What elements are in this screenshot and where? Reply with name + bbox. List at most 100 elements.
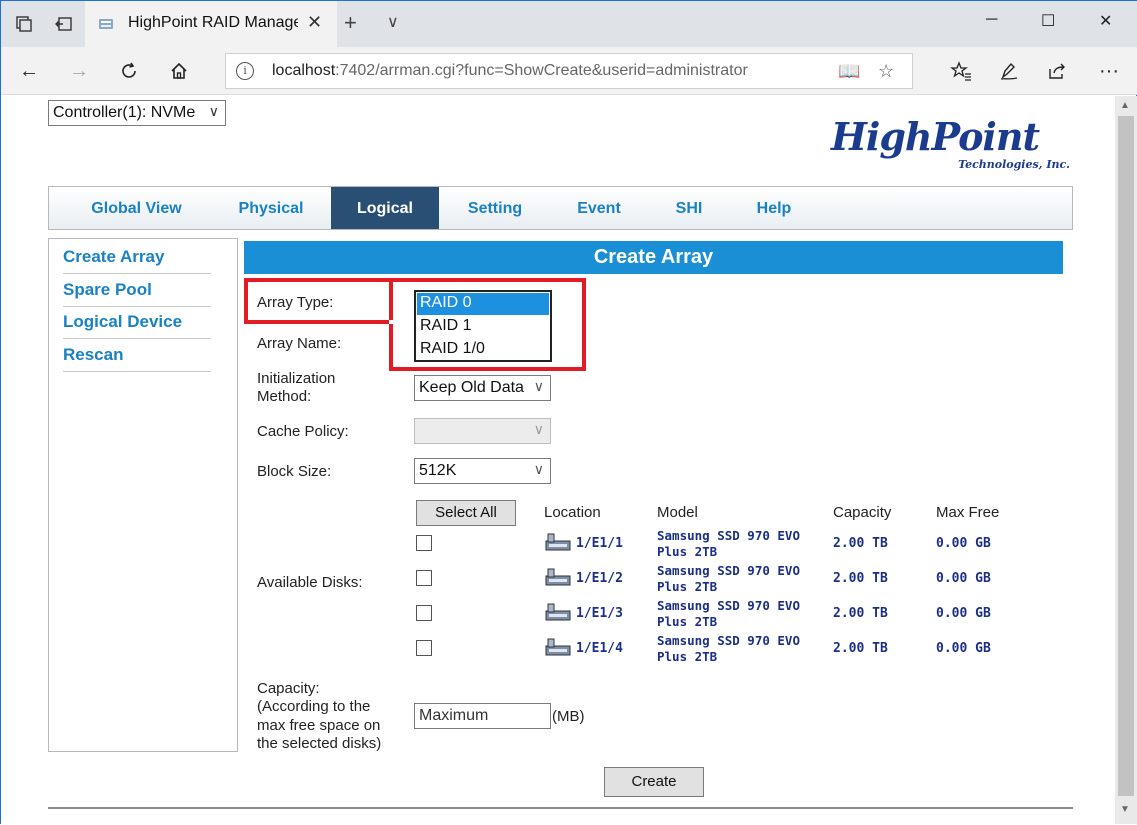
menu-physical[interactable]: Physical (217, 187, 325, 229)
disk-model-line2: Plus 2TB (657, 614, 718, 629)
browser-tab[interactable]: HighPoint RAID Manage ✕ (85, 1, 337, 47)
set-tabs-aside-icon[interactable] (49, 9, 79, 39)
capacity-input[interactable]: Maximum (414, 703, 551, 729)
block-size-value: 512K (419, 462, 457, 479)
max-free-header: Max Free (936, 504, 1000, 521)
forward-icon[interactable]: → (65, 57, 93, 85)
sidebar-spare-pool[interactable]: Spare Pool (63, 280, 211, 307)
disk-max-free: 0.00 GB (936, 536, 991, 551)
new-tab-icon[interactable]: + (344, 10, 357, 36)
cache-policy-label: Cache Policy: (257, 423, 349, 440)
disk-model-line2: Plus 2TB (657, 579, 718, 594)
window-close-icon[interactable]: ✕ (1099, 11, 1112, 31)
disk-capacity: 2.00 TB (833, 606, 888, 621)
select-all-button[interactable]: Select All (416, 500, 516, 526)
capacity-label-1: Capacity: (257, 680, 320, 697)
capacity-label-4: the selected disks) (257, 735, 382, 752)
menu-global-view[interactable]: Global View (69, 187, 204, 229)
scrollbar-thumb[interactable] (1118, 116, 1134, 796)
disk-location[interactable]: 1/E1/3 (576, 606, 623, 621)
disk-model: Samsung SSD 970 EVO Plus 2TB (657, 528, 832, 560)
disk-checkbox-4[interactable] (416, 640, 432, 656)
capacity-label-2: (According to the (257, 698, 371, 715)
menu-event[interactable]: Event (554, 187, 644, 229)
favorite-star-icon[interactable]: ☆ (878, 61, 894, 82)
scroll-up-icon[interactable]: ▲ (1120, 100, 1130, 111)
vertical-scrollbar[interactable]: ▲ ▼ (1115, 96, 1137, 824)
url-text[interactable]: localhost:7402/arrman.cgi?func=ShowCreat… (272, 62, 748, 80)
init-method-label-2: Method: (257, 388, 312, 405)
sidebar: Create Array Spare Pool Logical Device R… (48, 238, 238, 752)
disk-model: Samsung SSD 970 EVO Plus 2TB (657, 633, 832, 665)
disk-model-line2: Plus 2TB (657, 544, 718, 559)
home-icon[interactable] (165, 57, 193, 85)
main-menu: Global View Physical Logical Setting Eve… (48, 186, 1073, 230)
disk-max-free: 0.00 GB (936, 606, 991, 621)
capacity-label-3: max free space on (257, 717, 381, 734)
disk-location[interactable]: 1/E1/1 (576, 536, 623, 551)
block-size-label: Block Size: (257, 463, 332, 480)
menu-shi[interactable]: SHI (659, 187, 719, 229)
highpoint-favicon-icon (99, 19, 113, 29)
favorites-list-icon[interactable] (947, 57, 975, 85)
highlight-box-left (244, 278, 389, 324)
browser-window: HighPoint RAID Manage ✕ + ∨ ─ ☐ ✕ ← → i … (0, 0, 1137, 825)
minimize-icon[interactable]: ─ (986, 11, 997, 29)
logo-main-text: HighPoint (831, 114, 1040, 159)
disk-model: Samsung SSD 970 EVO Plus 2TB (657, 563, 832, 595)
scroll-down-icon[interactable]: ▼ (1120, 804, 1130, 815)
capacity-unit: (MB) (552, 708, 585, 725)
init-method-value: Keep Old Data (419, 379, 524, 396)
back-icon[interactable]: ← (15, 57, 43, 85)
disk-max-free: 0.00 GB (936, 641, 991, 656)
disk-checkbox-3[interactable] (416, 605, 432, 621)
tab-preview-chevron-icon[interactable]: ∨ (387, 12, 399, 32)
refresh-icon[interactable] (115, 57, 143, 85)
sidebar-create-array[interactable]: Create Array (63, 247, 211, 274)
disk-model: Samsung SSD 970 EVO Plus 2TB (657, 598, 832, 630)
logo-sub-text: Technologies, Inc. (958, 158, 1070, 171)
disk-drive-icon (545, 638, 571, 656)
capacity-header: Capacity (833, 504, 892, 521)
pen-icon[interactable] (995, 57, 1023, 85)
sidebar-rescan[interactable]: Rescan (63, 345, 211, 372)
web-page: Controller(1): NVMe ∨ HighPoint Technolo… (1, 96, 1115, 825)
tab-actions-icon[interactable] (9, 9, 39, 39)
highlight-gap-mask (389, 320, 393, 324)
highpoint-logo: HighPoint Technologies, Inc. (831, 114, 1076, 174)
menu-setting[interactable]: Setting (445, 187, 545, 229)
reading-view-icon[interactable]: 📖 (838, 61, 860, 82)
maximize-icon[interactable]: ☐ (1041, 11, 1055, 31)
url-path: :7402/arrman.cgi?func=ShowCreate&userid=… (335, 62, 748, 79)
disk-location[interactable]: 1/E1/2 (576, 571, 623, 586)
disk-max-free: 0.00 GB (936, 571, 991, 586)
address-bar[interactable]: i localhost:7402/arrman.cgi?func=ShowCre… (225, 53, 913, 89)
disk-location[interactable]: 1/E1/4 (576, 641, 623, 656)
disk-drive-icon (545, 533, 571, 551)
disk-model-line2: Plus 2TB (657, 649, 718, 664)
menu-logical[interactable]: Logical (331, 187, 439, 229)
tab-close-icon[interactable]: ✕ (307, 12, 322, 33)
tab-title: HighPoint RAID Manage (128, 14, 298, 31)
menu-help[interactable]: Help (739, 187, 809, 229)
share-icon[interactable] (1043, 57, 1071, 85)
block-size-select[interactable]: 512K ∨ (414, 458, 551, 484)
disk-checkbox-1[interactable] (416, 535, 432, 551)
controller-select[interactable]: Controller(1): NVMe ∨ (48, 100, 226, 126)
disk-checkbox-2[interactable] (416, 570, 432, 586)
disk-model-line1: Samsung SSD 970 EVO (657, 528, 800, 543)
model-header: Model (657, 504, 698, 521)
disk-drive-icon (545, 568, 571, 586)
controller-select-value: Controller(1): NVMe (53, 104, 196, 121)
array-name-label: Array Name: (257, 335, 342, 352)
chevron-down-icon: ∨ (533, 421, 544, 437)
page-title: Create Array (244, 241, 1063, 274)
create-button[interactable]: Create (604, 767, 704, 797)
site-info-icon[interactable]: i (236, 62, 254, 80)
more-options-icon[interactable]: ··· (1095, 57, 1123, 85)
disk-drive-icon (545, 603, 571, 621)
init-method-select[interactable]: Keep Old Data ∨ (414, 375, 551, 401)
cache-policy-select[interactable]: ∨ (414, 418, 551, 444)
sidebar-logical-device[interactable]: Logical Device (63, 312, 211, 339)
tab-bar: HighPoint RAID Manage ✕ + ∨ ─ ☐ ✕ (1, 1, 1137, 47)
